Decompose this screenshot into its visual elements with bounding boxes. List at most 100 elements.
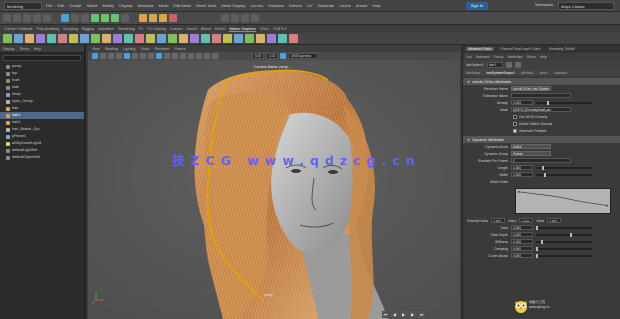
shelf-mirror-icon[interactable]	[168, 34, 177, 43]
color-management-icon[interactable]	[280, 53, 286, 59]
shelf-tab[interactable]: TURTLE	[273, 27, 287, 31]
shelf-tab[interactable]: MASH	[215, 27, 225, 31]
redo-icon[interactable]	[43, 14, 51, 22]
outliner-item[interactable]: pPlane1	[0, 133, 84, 140]
render-current-frame-icon[interactable]	[139, 14, 147, 22]
node-tab[interactable]: time1	[540, 71, 548, 75]
viewport-menu-item[interactable]: View	[92, 47, 100, 51]
attribute-value-field[interactable]: 1.000	[511, 100, 533, 105]
menu-modify[interactable]: Modify	[101, 2, 117, 10]
sign-in-button[interactable]: Sign In	[466, 2, 488, 10]
slider-knob[interactable]	[536, 225, 538, 230]
attribute-text-field[interactable]	[511, 93, 571, 98]
shelf-tab[interactable]: Bifrost	[201, 27, 211, 31]
node-tab[interactable]: pfxHair1	[521, 71, 534, 75]
snap-grid-icon[interactable]	[91, 14, 99, 22]
attribute-dropdown[interactable]: Parent	[511, 151, 551, 156]
camera-attributes-icon[interactable]	[100, 53, 106, 59]
shelf-extrude-icon[interactable]	[102, 34, 111, 43]
attribute-slider[interactable]	[536, 165, 592, 170]
attribute-value-field[interactable]: 1.000	[511, 172, 533, 177]
select-by-hierarchy-icon[interactable]	[61, 14, 69, 22]
attribute-value-field[interactable]: 0.150	[511, 239, 533, 244]
slider-knob[interactable]	[569, 232, 572, 237]
outliner-item[interactable]: defaultLightSet	[0, 147, 84, 154]
shelf-tab[interactable]: Arnold	[186, 27, 196, 31]
slider-knob[interactable]	[536, 253, 538, 258]
menu-uv[interactable]: UV	[305, 2, 315, 10]
shelf-nurbs-icon[interactable]	[80, 34, 89, 43]
outliner-item[interactable]: hair	[0, 105, 84, 112]
shelf-tab[interactable]: XGen	[260, 27, 269, 31]
shelf-torus-icon[interactable]	[47, 34, 56, 43]
attribute-dropdown[interactable]: Arnold XGen Hair Shader	[511, 86, 551, 91]
menu-edit[interactable]: Edit	[55, 2, 66, 10]
hypershade-icon[interactable]	[169, 14, 177, 22]
resolution-gate-icon[interactable]	[140, 53, 146, 59]
smooth-shade-icon[interactable]	[156, 53, 162, 59]
shelf-tab[interactable]: FX	[139, 27, 144, 31]
bookmarks-icon[interactable]	[108, 53, 114, 59]
antialias-icon[interactable]	[196, 53, 202, 59]
shelf-cylinder-icon[interactable]	[25, 34, 34, 43]
node-name-field[interactable]: hair1	[486, 61, 503, 68]
attribute-editor-tab[interactable]: Attribute Editor	[466, 47, 494, 51]
attribute-value-field[interactable]: 0.000	[511, 246, 533, 251]
menu-select[interactable]: Select	[84, 2, 99, 10]
attribute-slider[interactable]	[536, 225, 592, 230]
attribute-menu-item[interactable]: Selected	[476, 55, 490, 59]
outliner-item[interactable]: side	[0, 84, 84, 91]
shelf-nucleus-icon[interactable]	[278, 34, 287, 43]
attribute-dropdown[interactable]: Active	[511, 144, 551, 149]
shelf-groom-icon[interactable]	[201, 34, 210, 43]
shelf-tab[interactable]: Poly Modeling	[37, 27, 60, 31]
attribute-slider[interactable]	[536, 246, 592, 251]
shelf-combine-icon[interactable]	[146, 34, 155, 43]
shelf-material-icon[interactable]	[267, 34, 276, 43]
menu-cache[interactable]: Cache	[337, 2, 353, 10]
outliner-item[interactable]: persp	[0, 63, 84, 70]
attribute-text-field[interactable]: 1	[511, 158, 571, 163]
attribute-menu-item[interactable]: Focus	[494, 55, 504, 59]
ipr-render-icon[interactable]	[149, 14, 157, 22]
select-by-object-icon[interactable]	[71, 14, 79, 22]
ramp-field[interactable]: 1.000	[491, 218, 506, 223]
channel-box-toggle-icon[interactable]	[251, 14, 259, 22]
menu-deform[interactable]: Deform	[287, 2, 304, 10]
width-scale-ramp[interactable]	[515, 188, 611, 214]
attribute-checkbox[interactable]	[513, 121, 517, 126]
textured-icon[interactable]	[164, 53, 170, 59]
menu-curves[interactable]: Curves	[248, 2, 265, 10]
presets-icon[interactable]	[514, 61, 521, 68]
attribute-menu-item[interactable]: Show	[527, 55, 536, 59]
menu-windows[interactable]: Windows	[135, 2, 155, 10]
tool-settings-icon[interactable]	[241, 14, 249, 22]
xray-icon[interactable]	[212, 53, 218, 59]
shelf-cube-icon[interactable]	[14, 34, 23, 43]
isolate-select-icon[interactable]	[204, 53, 210, 59]
section-dynamic-attributes[interactable]: ▼ Dynamic Attributes	[463, 136, 620, 143]
shelf-sphere-icon[interactable]	[3, 34, 12, 43]
node-tab[interactable]: Attributes	[466, 71, 480, 75]
shelf-bridge-icon[interactable]	[113, 34, 122, 43]
image-plane-icon[interactable]	[116, 53, 122, 59]
slider-knob[interactable]	[547, 100, 550, 105]
film-gate-icon[interactable]	[132, 53, 138, 59]
outliner-menu-item[interactable]: Help	[34, 47, 41, 51]
node-tab[interactable]: nucleus1	[554, 71, 568, 75]
undo-icon[interactable]	[33, 14, 41, 22]
shelf-render-icon[interactable]	[256, 34, 265, 43]
attribute-value-field[interactable]: 1.000	[511, 165, 533, 170]
outliner-item[interactable]: hair1	[0, 112, 84, 119]
slider-knob[interactable]	[541, 239, 544, 244]
focus-icon[interactable]	[505, 61, 512, 68]
wireframe-icon[interactable]	[148, 53, 154, 59]
play-icon[interactable]: ▶	[400, 311, 407, 318]
outliner-item[interactable]: hair2	[0, 119, 84, 126]
menu-display[interactable]: Display	[117, 2, 134, 10]
ramp-field[interactable]: 1.000	[547, 218, 562, 223]
shadows-icon[interactable]	[180, 53, 186, 59]
outliner-item[interactable]: eyes_Group	[0, 98, 84, 105]
near-clip-field[interactable]: 0.00	[252, 53, 264, 59]
ramp-field[interactable]: Linear	[519, 218, 534, 223]
